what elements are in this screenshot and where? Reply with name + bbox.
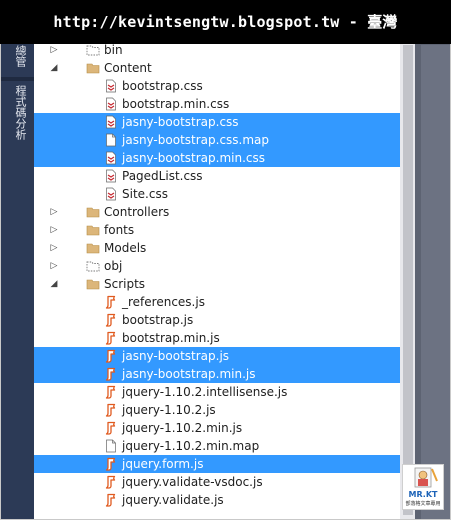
tree-row[interactable]: Site.css [34,185,400,203]
css-file-icon [104,79,118,93]
tree-row-label: jquery-1.10.2.min.js [122,421,243,435]
js-file-icon [104,313,118,327]
tree-row[interactable]: jasny-bootstrap.css [34,113,400,131]
tree-row-label: bootstrap.min.js [122,331,220,345]
tree-row[interactable]: bootstrap.min.css [34,95,400,113]
tree-row-label: PagedList.css [122,169,203,183]
folder-icon [86,241,100,255]
expanded-arrow-icon[interactable]: ◢ [48,275,60,293]
tree-row[interactable]: ▷ Controllers [34,203,400,221]
folder-icon [86,61,100,75]
css-file-icon [104,115,118,129]
rail-tab-explorer[interactable]: 總管 [9,45,27,67]
tree-row-label: bootstrap.css [122,79,203,93]
author-logo: MR.KT 部落格文章專用 [402,464,444,510]
tree-row[interactable]: bootstrap.css [34,77,400,95]
collapsed-arrow-icon[interactable]: ▷ [48,239,60,257]
rail-tab-code-analysis[interactable]: 程式碼分析 [9,85,27,140]
tree-row-label: jasny-bootstrap.css [122,115,239,129]
logo-subtitle: 部落格文章專用 [405,501,441,507]
url-watermark-banner: http://kevintsengtw.blogspot.tw - 臺灣 [0,0,451,44]
tree-row-label: _references.js [122,295,205,309]
collapsed-arrow-icon[interactable]: ▷ [48,203,60,221]
tree-row[interactable]: jquery-1.10.2.js [34,401,400,419]
tree-row-label: Content [104,61,152,75]
collapsed-arrow-icon[interactable]: ▷ [48,221,60,239]
tree-row-label: jquery-1.10.2.min.map [122,439,260,453]
tree-row[interactable]: ▷ fonts [34,221,400,239]
js-file-icon [104,475,118,489]
js-file-icon [104,349,118,363]
tree-row-label: jasny-bootstrap.css.map [122,133,270,147]
solution-explorer-tree: ▷ bin ◢ Content bootstrap.css bootstrap.min.c… [34,1,400,519]
tree-row[interactable]: ▷ obj [34,257,400,275]
tree-row[interactable]: jquery.form.js [34,455,400,473]
tree-row[interactable]: _references.js [34,293,400,311]
folder-icon [86,223,100,237]
tree-row-label: Models [104,241,147,255]
tree-row[interactable]: jquery-1.10.2.min.js [34,419,400,437]
tree-row[interactable]: jasny-bootstrap.min.css [34,149,400,167]
hidden-folder-icon [86,259,100,273]
tree-row[interactable]: PagedList.css [34,167,400,185]
map-file-icon [104,133,118,147]
logo-title: MR.KT [408,490,438,499]
scrollbar-thumb[interactable] [403,45,413,515]
tree-row[interactable]: jasny-bootstrap.min.js [34,365,400,383]
css-file-icon [104,187,118,201]
js-file-icon [104,385,118,399]
css-file-icon [104,97,118,111]
rail-separator [1,77,34,81]
js-file-icon [104,421,118,435]
tree-row-label: bootstrap.min.css [122,97,230,111]
folder-icon [86,205,100,219]
tree-row-label: fonts [104,223,135,237]
js-file-icon [104,457,118,471]
js-file-icon [104,403,118,417]
tree-row[interactable]: jquery.validate-vsdoc.js [34,473,400,491]
tree-row-label: jasny-bootstrap.js [122,349,230,363]
tree-row-label: obj [104,259,123,273]
tree-row-label: jquery.validate.js [122,493,224,507]
tree-row[interactable]: ◢ Scripts [34,275,400,293]
js-file-icon [104,295,118,309]
tree-row[interactable]: bootstrap.min.js [34,329,400,347]
js-file-icon [104,367,118,381]
js-file-icon [104,331,118,345]
tree-row-label: jquery.form.js [122,457,204,471]
tree-row-label: jasny-bootstrap.min.css [122,151,265,165]
logo-mascot-icon [414,467,438,488]
expanded-arrow-icon[interactable]: ◢ [48,59,60,77]
tree-row[interactable]: bootstrap.js [34,311,400,329]
tree-row[interactable]: jasny-bootstrap.css.map [34,131,400,149]
tree-row[interactable]: jquery-1.10.2.min.map [34,437,400,455]
tree-row-label: jquery-1.10.2.intellisense.js [122,385,288,399]
collapsed-arrow-icon[interactable]: ▷ [48,257,60,275]
css-file-icon [104,169,118,183]
folder-icon [86,277,100,291]
tree-row[interactable]: jquery.validate.js [34,491,400,509]
map-file-icon [104,439,118,453]
tree-row-label: Scripts [104,277,146,291]
tree-row-label: Site.css [122,187,168,201]
tree-row-label: jquery.validate-vsdoc.js [122,475,263,489]
tree-row-label: jasny-bootstrap.min.js [122,367,256,381]
tree-row-label: Controllers [104,205,170,219]
css-file-icon [104,151,118,165]
tree-row-label: jquery-1.10.2.js [122,403,216,417]
hidden-folder-icon [86,43,100,57]
tree-row[interactable]: jquery-1.10.2.intellisense.js [34,383,400,401]
tree-row-label: bootstrap.js [122,313,194,327]
tree-row[interactable]: ◢ Content [34,59,400,77]
js-file-icon [104,493,118,507]
tree-row[interactable]: jasny-bootstrap.js [34,347,400,365]
right-panel-inner [421,45,450,519]
left-tool-rail: 總管 程式碼分析 [1,1,34,519]
tree-row[interactable]: ▷ Models [34,239,400,257]
window-frame: 總管 程式碼分析 ▷ bin ◢ Content bootstrap.css bootst… [0,0,451,520]
